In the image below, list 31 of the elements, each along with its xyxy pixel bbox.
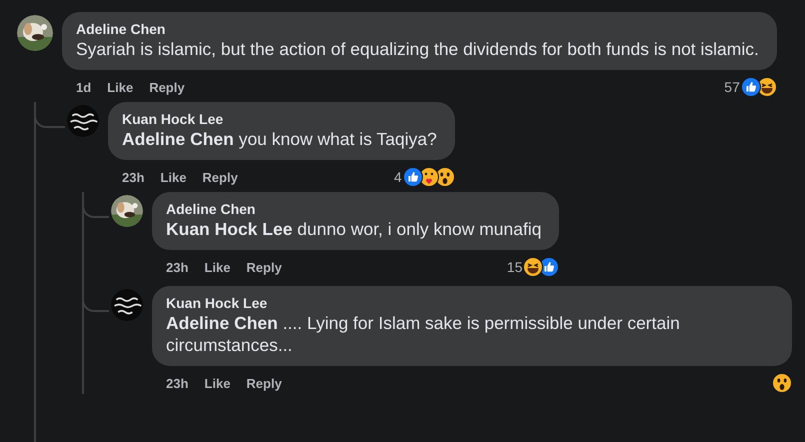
laughing-emoji-icon [523,257,544,277]
surprised-emoji-icon [772,373,792,393]
reply-link[interactable]: Reply [246,260,282,274]
reply-link[interactable]: Reply [202,170,238,184]
reply-link[interactable]: Reply [246,376,282,390]
comment-text: Kuan Hock Lee dunno wor, i only know munafiq [166,218,542,240]
hugging-emoji-icon [418,167,439,187]
reply-link[interactable]: Reply [149,80,185,94]
author-name[interactable]: Adeline Chen [76,20,759,38]
reaction-count[interactable]: 15 [506,259,522,275]
like-link[interactable]: Like [204,260,230,274]
thumbs-up-icon [740,77,761,97]
comment-text: Adeline Chen .... Lying for Islam sake is permissible under certain circumstances... [166,312,681,356]
reaction-count[interactable]: 57 [724,79,740,95]
surprised-emoji-icon [434,167,455,187]
author-name[interactable]: Adeline Chen [166,200,542,218]
author-name[interactable]: Kuan Hock Lee [166,294,774,312]
laughing-emoji-icon [756,77,777,97]
comment-text: Syariah is islamic, but the action of equalizing the dividends for both funds is not islamic. [76,38,759,60]
timestamp[interactable]: 23h [122,170,144,184]
reaction-count[interactable]: 4 [394,169,402,185]
timestamp[interactable]: 23h [166,260,188,274]
timestamp[interactable]: 23h [166,376,188,390]
author-name[interactable]: Kuan Hock Lee [122,110,437,128]
thumbs-up-icon [539,257,560,277]
like-link[interactable]: Like [107,80,134,94]
timestamp[interactable]: 1d [76,80,92,94]
thumbs-up-icon [402,167,423,187]
like-link[interactable]: Like [204,376,230,390]
like-link[interactable]: Like [160,170,186,184]
comment-text: Adeline Chen you know what is Taqiya? [122,128,437,150]
